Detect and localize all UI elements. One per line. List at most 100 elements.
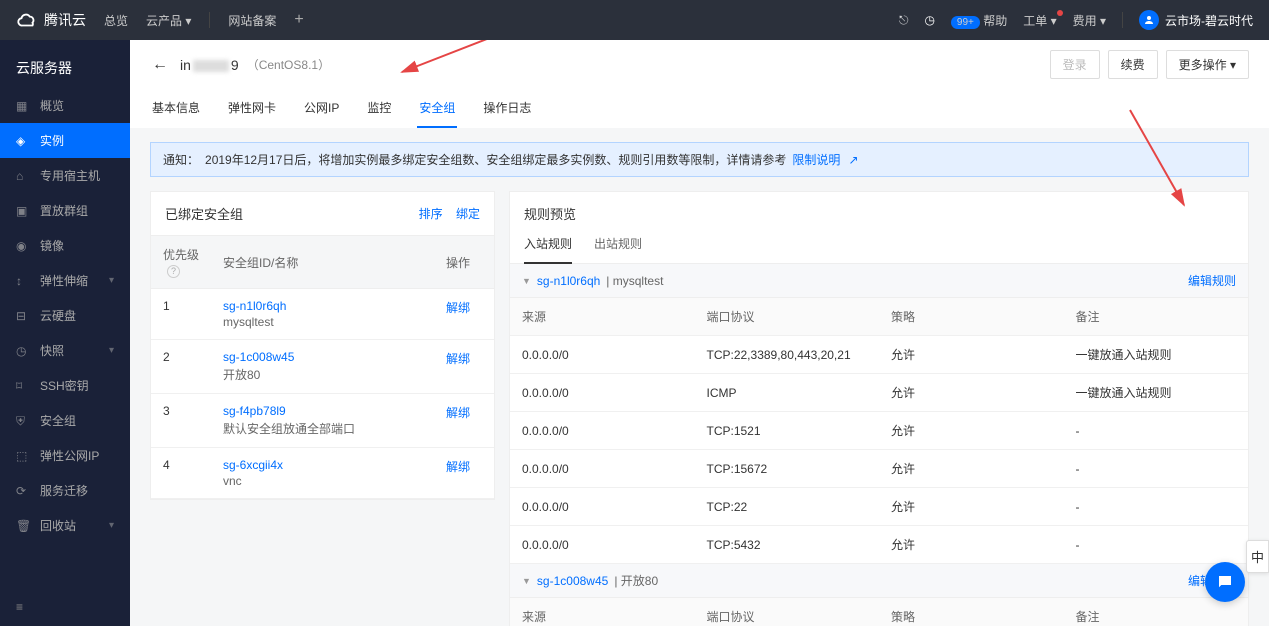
sidebar-icon: ◈ <box>16 134 30 148</box>
sidebar-item-label: 镜像 <box>40 237 64 254</box>
sidebar-item-12[interactable]: 🗑 回收站 ▾ <box>0 508 130 543</box>
cloud-icon <box>16 9 38 31</box>
sidebar-collapse-icon[interactable]: ≡ <box>16 600 23 614</box>
sidebar-item-9[interactable]: ⛨ 安全组 <box>0 403 130 438</box>
instance-os: （CentOS8.1） <box>247 56 330 73</box>
sidebar-icon: 🗑 <box>16 519 30 533</box>
edit-rule-link[interactable]: 编辑规则 <box>1188 272 1236 289</box>
rule-row: 0.0.0.0/0ICMP允许一键放通入站规则 <box>510 374 1248 412</box>
nav-help[interactable]: 99+ 帮助 <box>951 12 1007 29</box>
page-tabs: 基本信息弹性网卡公网IP 监控安全组操作日志 <box>148 89 1249 128</box>
sidebar-item-label: SSH密钥 <box>40 377 89 394</box>
rule-row: 0.0.0.0/0TCP:22,3389,80,443,20,21允许一键放通入… <box>510 336 1248 374</box>
sidebar-icon: ⌂ <box>16 169 30 183</box>
rule-row: 0.0.0.0/0TCP:1521允许- <box>510 412 1248 450</box>
sort-link[interactable]: 排序 <box>419 207 443 221</box>
sidebar-item-2[interactable]: ⌂ 专用宿主机 <box>0 158 130 193</box>
sidebar: 云服务器 ▦概览◈实例⌂专用宿主机▣置放群组◉镜像↕弹性伸缩▾⊟云硬盘◷快照▾⌑… <box>0 40 130 626</box>
sidebar-item-11[interactable]: ⟳服务迁移 <box>0 473 130 508</box>
sidebar-item-8[interactable]: ⌑ SSH密钥 <box>0 368 130 403</box>
sidebar-icon: ◷ <box>16 344 30 358</box>
sidebar-icon: ◉ <box>16 239 30 253</box>
sidebar-icon: ⊟ <box>16 309 30 323</box>
brand-logo[interactable]: 腾讯云 <box>16 9 86 31</box>
unbind-link[interactable]: 解绑 <box>446 352 470 366</box>
notice-link[interactable]: 限制说明 <box>792 151 840 168</box>
sidebar-icon: ▣ <box>16 204 30 218</box>
sg-id-link[interactable]: sg-1c008w45 <box>537 574 608 588</box>
sidebar-item-label: 专用宿主机 <box>40 167 100 184</box>
instance-name: in9 <box>180 57 239 73</box>
panel-left-title: 已绑定安全组 <box>165 204 243 223</box>
tab-outbound[interactable]: 出站规则 <box>594 235 642 264</box>
tab-inbound[interactable]: 入站规则 <box>524 235 572 264</box>
plus-icon[interactable]: + <box>294 11 303 29</box>
sidebar-item-label: 云硬盘 <box>40 307 76 324</box>
bind-link[interactable]: 绑定 <box>456 207 480 221</box>
back-button[interactable]: ← <box>148 52 172 78</box>
tab-1[interactable]: 弹性网卡 <box>226 89 278 128</box>
lang-switch[interactable]: 中 <box>1246 540 1269 573</box>
sidebar-item-7[interactable]: ◷快照▾ <box>0 333 130 368</box>
table-row: 4sg-6xcgii4xvnc解绑 <box>151 448 494 499</box>
sidebar-item-1[interactable]: ◈实例 <box>0 123 130 158</box>
top-nav: 腾讯云 总览 云产品 ▾ 网站备案 + ⎋ ◷ 99+ 帮助 工单 ▾ 费用 ▾… <box>0 0 1269 40</box>
chat-icon <box>1216 573 1234 591</box>
nav-fee[interactable]: 费用 ▾ <box>1073 12 1106 29</box>
sidebar-item-6[interactable]: ⊟ 云硬盘 <box>0 298 130 333</box>
sidebar-item-4[interactable]: ◉ 镜像 <box>0 228 130 263</box>
clock-icon[interactable]: ◷ <box>924 13 934 27</box>
chevron-down-icon[interactable]: ▼ <box>522 276 531 286</box>
table-row: 1sg-n1l0r6qhmysqltest解绑 <box>151 289 494 340</box>
sidebar-icon: ↕ <box>16 274 30 288</box>
tab-0[interactable]: 基本信息 <box>150 89 202 128</box>
renew-button[interactable]: 续费 <box>1108 50 1158 79</box>
sidebar-item-label: 快照 <box>40 342 64 359</box>
nav-products[interactable]: 云产品 ▾ <box>146 12 191 29</box>
login-button[interactable]: 登录 <box>1050 50 1100 79</box>
chevron-down-icon[interactable]: ▼ <box>522 576 531 586</box>
chevron-down-icon: ▾ <box>109 275 114 286</box>
tab-4[interactable]: 安全组 <box>417 89 457 128</box>
sidebar-item-0[interactable]: ▦概览 <box>0 88 130 123</box>
sidebar-item-label: 回收站 <box>40 517 76 534</box>
sidebar-item-3[interactable]: ▣ 置放群组 <box>0 193 130 228</box>
sidebar-item-label: 置放群组 <box>40 202 88 219</box>
user-menu[interactable]: 云市场-碧云时代 <box>1139 10 1253 30</box>
sidebar-icon: ⛨ <box>16 414 30 428</box>
sidebar-item-label: 弹性公网IP <box>40 447 99 464</box>
sg-id-link[interactable]: sg-n1l0r6qh <box>223 299 422 313</box>
sidebar-item-10[interactable]: ⬚弹性公网IP <box>0 438 130 473</box>
more-actions-button[interactable]: 更多操作 ▾ <box>1166 50 1249 79</box>
rule-row: 0.0.0.0/0TCP:5432允许- <box>510 526 1248 564</box>
group-icon[interactable]: ⎋ <box>899 13 909 28</box>
sg-id-link[interactable]: sg-n1l0r6qh <box>537 274 600 288</box>
unbind-link[interactable]: 解绑 <box>446 406 470 420</box>
help-icon[interactable]: ? <box>167 265 180 278</box>
tab-3[interactable]: 监控 <box>365 89 393 128</box>
chat-button[interactable] <box>1205 562 1245 602</box>
unbind-link[interactable]: 解绑 <box>446 460 470 474</box>
sidebar-item-label: 弹性伸缩 <box>40 272 88 289</box>
sg-id-link[interactable]: sg-6xcgii4x <box>223 458 422 472</box>
sidebar-icon: ⌑ <box>16 379 30 393</box>
nav-overview[interactable]: 总览 <box>104 12 128 29</box>
sg-id-link[interactable]: sg-1c008w45 <box>223 350 422 364</box>
nav-beian[interactable]: 网站备案 <box>228 12 276 29</box>
rule-group-head: ▼sg-1c008w45 | 开放80编辑规则 <box>510 564 1248 598</box>
nav-workorder[interactable]: 工单 ▾ <box>1023 12 1056 29</box>
chevron-down-icon: ▾ <box>109 520 114 531</box>
sidebar-item-5[interactable]: ↕ 弹性伸缩 ▾ <box>0 263 130 298</box>
sg-id-link[interactable]: sg-f4pb78l9 <box>223 404 422 418</box>
table-row: 3sg-f4pb78l9默认安全组放通全部端口解绑 <box>151 394 494 448</box>
panel-right-title: 规则预览 <box>524 204 576 223</box>
tab-2[interactable]: 公网IP <box>302 89 341 128</box>
sidebar-item-label: 服务迁移 <box>40 482 88 499</box>
table-row: 2sg-1c008w45开放80解绑 <box>151 340 494 394</box>
brand-text: 腾讯云 <box>44 10 86 30</box>
tab-5[interactable]: 操作日志 <box>481 89 533 128</box>
rule-row: 0.0.0.0/0TCP:22允许- <box>510 488 1248 526</box>
unbind-link[interactable]: 解绑 <box>446 301 470 315</box>
sidebar-item-label: 安全组 <box>40 412 76 429</box>
nav-divider <box>1122 12 1123 28</box>
